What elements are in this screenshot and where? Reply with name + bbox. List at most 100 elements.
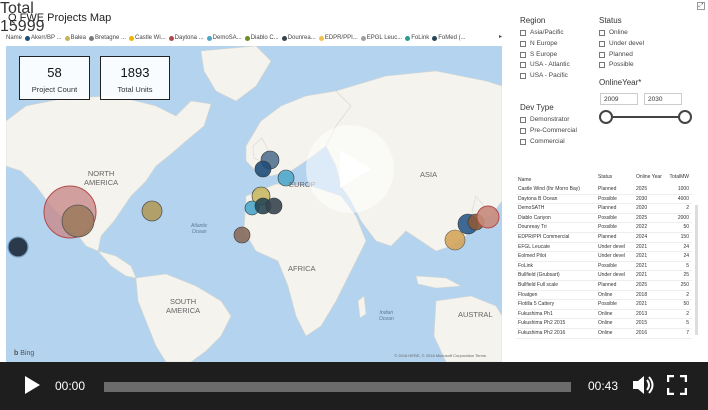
status-checkbox[interactable]: Online	[599, 29, 628, 36]
table-cell: 1000	[677, 186, 689, 192]
legend-item[interactable]: FoMed (...	[432, 35, 466, 41]
project-bubble-diablo-canyon	[61, 204, 95, 238]
year-slider-start-handle[interactable]	[599, 110, 613, 124]
table-body: Castle Wind (Ihr Morro Bay) Planned 2025 10…	[516, 185, 692, 339]
status-checkbox[interactable]: Possible	[599, 61, 634, 68]
table-cell: Eolmed Pilot	[518, 253, 547, 260]
legend-item[interactable]: FoLink	[405, 35, 429, 41]
table-cell: 2000	[677, 214, 689, 221]
table-row[interactable]: Diablo Canyon Possible 2025 2000	[516, 214, 692, 224]
table-cell: 2021	[636, 243, 648, 250]
expand-icon[interactable]: ⤢	[697, 2, 705, 10]
bing-b-icon: b	[14, 350, 19, 357]
legend-item[interactable]: Balea	[64, 35, 86, 41]
legend-item[interactable]: DemoSA...	[206, 35, 242, 41]
region-checkbox[interactable]: N Europe	[520, 40, 557, 47]
table-cell: Planned	[598, 205, 617, 212]
legend-dot	[318, 35, 324, 41]
status-checkbox[interactable]: Planned	[599, 51, 633, 58]
table-cell: 150	[680, 233, 689, 240]
kpi-label: Project Count	[31, 85, 78, 94]
table-row[interactable]: Bullfield (Grubsart) Under devel 2021 25	[516, 271, 692, 281]
kpi-value: 58	[47, 65, 62, 80]
table-row[interactable]: Bullfield Full scale Planned 2025 250	[516, 281, 692, 291]
table-cell: Fukushima Ph1	[518, 310, 553, 317]
dev-type-checkbox[interactable]: Commercial	[520, 138, 565, 145]
checkbox-icon	[520, 116, 526, 123]
table-cell: Dounreay Tri	[518, 224, 547, 231]
table-row[interactable]: Fukushima Ph2 2015 Online 2015 5	[516, 319, 692, 329]
world-map[interactable]: NORTH AMERICA EUROP ASIA AFRICA SOUTH AM…	[6, 46, 502, 362]
column-header-total-mw[interactable]: TotalMW	[664, 171, 689, 185]
column-header-online-year[interactable]: Online Year	[636, 171, 664, 185]
fullscreen-icon[interactable]	[666, 374, 688, 396]
table-cell: EFGL Leucate	[518, 243, 551, 250]
table-cell: Bullfield Full scale	[518, 281, 559, 288]
legend-item[interactable]: Bretagne ...	[88, 35, 126, 41]
table-row[interactable]: Fukushima Ph1 Online 2013 2	[516, 310, 692, 320]
dev-type-checkbox[interactable]: Pre-Commercial	[520, 127, 577, 134]
legend-item[interactable]: Daytona ...	[168, 35, 204, 41]
table-cell: Bullfield (Grubsart)	[518, 272, 560, 279]
ocean-label-atlantic: Atlantic Ocean	[191, 223, 208, 235]
map-label-north-america: NORTH AMERICA	[84, 169, 119, 187]
table-cell: Possible	[598, 224, 617, 231]
table-row[interactable]: Flotilla 5 Cattery Possible 2021 50	[516, 300, 692, 310]
legend-next-icon[interactable]: ▸	[499, 33, 502, 40]
table-row[interactable]: Floatgen Online 2018 2	[516, 291, 692, 301]
region-checkbox[interactable]: USA - Pacific	[520, 72, 568, 79]
year-from-input[interactable]: 2009	[600, 93, 638, 105]
legend-item[interactable]: Dounrea...	[281, 35, 316, 41]
table-row[interactable]: Daytona B Ocean Possible 2030 4000	[516, 195, 692, 205]
table-header: Name Status Online Year TotalMW	[516, 171, 692, 185]
region-checkbox[interactable]: S Europe	[520, 51, 557, 58]
table-row[interactable]: FoLink Possible 2021 5	[516, 262, 692, 272]
table-row[interactable]: EDPR/PPI Commercial Planned 2024 150	[516, 233, 692, 243]
year-slider-track[interactable]	[606, 116, 685, 118]
legend-item[interactable]: Akerr/BP ...	[25, 35, 62, 41]
checkbox-icon	[520, 138, 526, 145]
report-frame: Q FWE Projects Map ⤢ Name Akerr/BP ... B…	[0, 0, 708, 410]
map-attribution[interactable]: © 2018 HERE, © 2018 Microsoft Corporatio…	[394, 353, 486, 358]
legend-item[interactable]: EDPR/PPI...	[318, 35, 358, 41]
table-row[interactable]: DemoSATH Planned 2020 2	[516, 204, 692, 214]
table-cell: Possible	[598, 195, 617, 202]
column-header-status[interactable]: Status	[598, 171, 636, 185]
play-button[interactable]	[25, 376, 40, 394]
kpi-total-units: 1893 Total Units	[100, 56, 170, 100]
column-header-name[interactable]: Name	[516, 171, 598, 185]
year-to-input[interactable]: 2030	[644, 93, 682, 105]
table-cell: 2021	[636, 262, 648, 269]
table-cell: Daytona B Ocean	[518, 195, 558, 202]
table-cell: 24	[683, 243, 689, 250]
video-play-overlay[interactable]	[306, 125, 394, 213]
seek-bar[interactable]	[104, 382, 571, 392]
table-row[interactable]: Fukushima Ph2 2016 Online 2016 7	[516, 329, 692, 339]
legend-item[interactable]: Castle Wi...	[128, 35, 166, 41]
checkbox-icon	[520, 61, 526, 68]
table-cell: 50	[683, 301, 689, 308]
volume-icon[interactable]	[632, 375, 654, 395]
kpi-label: Total Units	[117, 85, 153, 94]
project-bubble-atlantic-us	[141, 200, 163, 222]
table-cell: 2025	[636, 186, 648, 192]
table-row[interactable]: Eolmed Pilot Under devel 2021 24	[516, 252, 692, 262]
dev-type-checkbox[interactable]: Demonstrator	[520, 116, 569, 123]
table-row[interactable]: Dounreay Tri Possible 2022 50	[516, 223, 692, 233]
table-scrollbar[interactable]	[695, 205, 698, 335]
region-checkbox[interactable]: Asia/Pacific	[520, 29, 564, 36]
region-checkbox[interactable]: USA - Atlantic	[520, 61, 570, 68]
table-cell: 2030	[636, 195, 648, 202]
legend-item[interactable]: EPGL Leuc...	[360, 35, 402, 41]
current-time: 00:00	[55, 379, 86, 393]
year-slider-end-handle[interactable]	[678, 110, 692, 124]
table-cell: 50	[683, 224, 689, 231]
legend-item[interactable]: Diablo C...	[244, 35, 279, 41]
landmass-madagascar	[357, 295, 367, 319]
table-cell: EDPR/PPI Commercial	[518, 233, 570, 240]
status-checkbox[interactable]: Under devel	[599, 40, 644, 47]
table-row[interactable]: Castle Wind (Ihr Morro Bay) Planned 2025 10…	[516, 185, 692, 195]
table-cell: Under devel	[598, 272, 625, 279]
projects-table: Name Status Online Year TotalMW Castle W…	[516, 171, 692, 360]
table-row[interactable]: EFGL Leucate Under devel 2021 24	[516, 243, 692, 253]
